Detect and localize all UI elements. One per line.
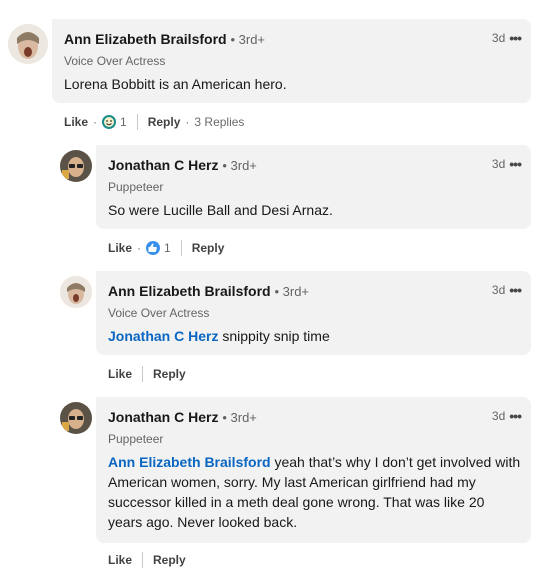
reply-button[interactable]: Reply	[153, 367, 186, 381]
author-name[interactable]: Ann Elizabeth Brailsford	[108, 283, 271, 299]
comment-meta: 3d •••	[491, 408, 522, 424]
more-options-icon[interactable]: •••	[509, 408, 522, 424]
author-line: Jonathan C Herz • 3rd+	[108, 409, 257, 425]
divider	[136, 114, 138, 130]
author-headline: Voice Over Actress	[108, 306, 210, 320]
dot-separator: ·	[137, 241, 142, 255]
avatar[interactable]	[60, 150, 92, 182]
author-name[interactable]: Ann Elizabeth Brailsford	[64, 31, 227, 47]
comment-meta: 3d •••	[491, 156, 522, 172]
mention-link[interactable]: Ann Elizabeth Brailsford	[108, 454, 271, 470]
comment-actions: Like · 1 Reply · 3 Replies	[64, 114, 244, 130]
comment-actions: Like · 1 Reply	[108, 240, 224, 256]
comment-body: So were Lucille Ball and Desi Arnaz.	[108, 202, 333, 218]
divider	[180, 240, 182, 256]
reply-button[interactable]: Reply	[192, 241, 225, 255]
author-line: Ann Elizabeth Brailsford • 3rd+	[108, 283, 309, 299]
dot-separator: ·	[93, 115, 98, 129]
comment-meta: 3d •••	[491, 282, 522, 298]
comment-actions: Like Reply	[108, 552, 186, 568]
author-line: Jonathan C Herz • 3rd+	[108, 157, 257, 173]
author-name[interactable]: Jonathan C Herz	[108, 157, 218, 173]
reply-button[interactable]: Reply	[153, 553, 186, 567]
reply-button[interactable]: Reply	[148, 115, 181, 129]
comment-bubble: Jonathan C Herz • 3rd+ Puppeteer 3d ••• …	[96, 397, 531, 543]
comment-bubble: Ann Elizabeth Brailsford • 3rd+ Voice Ov…	[52, 19, 531, 103]
avatar-photo	[60, 276, 92, 308]
dot-separator: ·	[185, 115, 190, 129]
timestamp: 3d	[491, 31, 506, 45]
like-button[interactable]: Like	[64, 115, 88, 129]
divider	[142, 366, 144, 382]
comment-text: Ann Elizabeth Brailsford yeah that’s why…	[108, 452, 521, 532]
author-headline: Voice Over Actress	[64, 54, 166, 68]
comment-text: Lorena Bobbitt is an American hero.	[64, 74, 521, 94]
like-button[interactable]: Like	[108, 241, 132, 255]
avatar-photo	[60, 402, 92, 434]
comment-bubble: Jonathan C Herz • 3rd+ Puppeteer 3d ••• …	[96, 145, 531, 229]
avatar[interactable]	[60, 276, 92, 308]
mention-link[interactable]: Jonathan C Herz	[108, 328, 218, 344]
thumbs-up-icon	[146, 241, 161, 255]
author-line: Ann Elizabeth Brailsford • 3rd+	[64, 31, 265, 47]
more-options-icon[interactable]: •••	[509, 282, 522, 298]
connection-degree: • 3rd+	[222, 410, 257, 425]
author-headline: Puppeteer	[108, 432, 164, 446]
comment-body: Lorena Bobbitt is an American hero.	[64, 76, 287, 92]
reaction-count[interactable]: 1	[164, 241, 171, 255]
comment-actions: Like Reply	[108, 366, 186, 382]
more-options-icon[interactable]: •••	[509, 156, 522, 172]
author-name[interactable]: Jonathan C Herz	[108, 409, 218, 425]
funny-face-icon	[102, 115, 117, 129]
connection-degree: • 3rd+	[230, 32, 266, 47]
avatar[interactable]	[8, 24, 48, 64]
divider	[142, 552, 144, 568]
timestamp: 3d	[491, 409, 506, 423]
connection-degree: • 3rd+	[274, 284, 310, 299]
comment-meta: 3d •••	[491, 30, 522, 46]
author-headline: Puppeteer	[108, 180, 164, 194]
comment-text: So were Lucille Ball and Desi Arnaz.	[108, 200, 521, 220]
comment-body: snippity snip time	[218, 328, 330, 344]
avatar[interactable]	[60, 402, 92, 434]
comment-bubble: Ann Elizabeth Brailsford • 3rd+ Voice Ov…	[96, 271, 531, 355]
connection-degree: • 3rd+	[222, 158, 257, 173]
like-button[interactable]: Like	[108, 367, 132, 381]
timestamp: 3d	[491, 157, 506, 171]
timestamp: 3d	[491, 283, 506, 297]
avatar-photo	[60, 150, 92, 182]
comment-text: Jonathan C Herz snippity snip time	[108, 326, 521, 346]
reaction-count[interactable]: 1	[120, 115, 127, 129]
avatar-photo	[8, 24, 48, 64]
replies-count-link[interactable]: 3 Replies	[194, 115, 244, 129]
more-options-icon[interactable]: •••	[509, 30, 522, 46]
like-button[interactable]: Like	[108, 553, 132, 567]
